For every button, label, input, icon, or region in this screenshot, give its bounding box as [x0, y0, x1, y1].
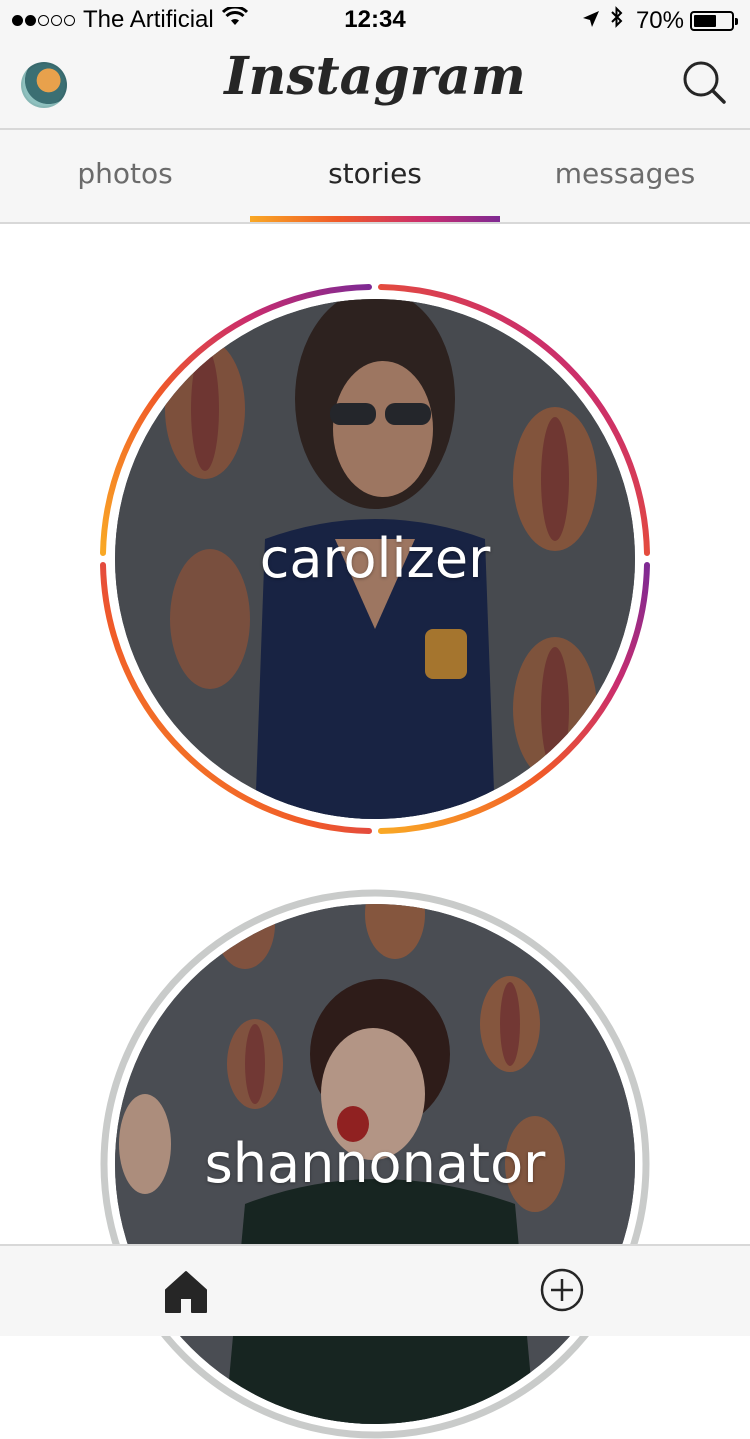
bottom-navigation	[0, 1244, 750, 1336]
home-button[interactable]	[162, 1268, 210, 1316]
home-icon	[165, 1271, 207, 1313]
battery-icon	[690, 10, 738, 31]
add-post-button[interactable]	[538, 1266, 586, 1314]
story-item-carolizer[interactable]: carolizer	[100, 284, 650, 834]
instagram-logo: Instagram	[224, 46, 526, 107]
story-photo: shannonator	[115, 904, 635, 1424]
status-right: 70%	[582, 6, 738, 35]
tab-stories[interactable]: stories	[250, 130, 500, 222]
status-bar: The Artificial 12:34 70%	[0, 0, 750, 40]
tab-photos[interactable]: photos	[0, 130, 250, 222]
tab-messages[interactable]: messages	[500, 130, 750, 222]
story-username: shannonator	[204, 1132, 546, 1195]
story-photo: carolizer	[115, 299, 635, 819]
search-icon	[683, 61, 726, 104]
bluetooth-icon	[610, 6, 624, 35]
active-tab-indicator	[250, 216, 500, 222]
story-username: carolizer	[259, 527, 491, 590]
app-header: Instagram	[0, 40, 750, 130]
story-item-shannonator[interactable]: shannonator	[100, 889, 650, 1439]
location-arrow-icon	[582, 7, 600, 35]
add-post-icon	[540, 1268, 584, 1312]
battery-percent: 70%	[635, 6, 684, 34]
tab-bar: photos stories messages	[0, 130, 750, 224]
search-button[interactable]	[680, 58, 728, 106]
